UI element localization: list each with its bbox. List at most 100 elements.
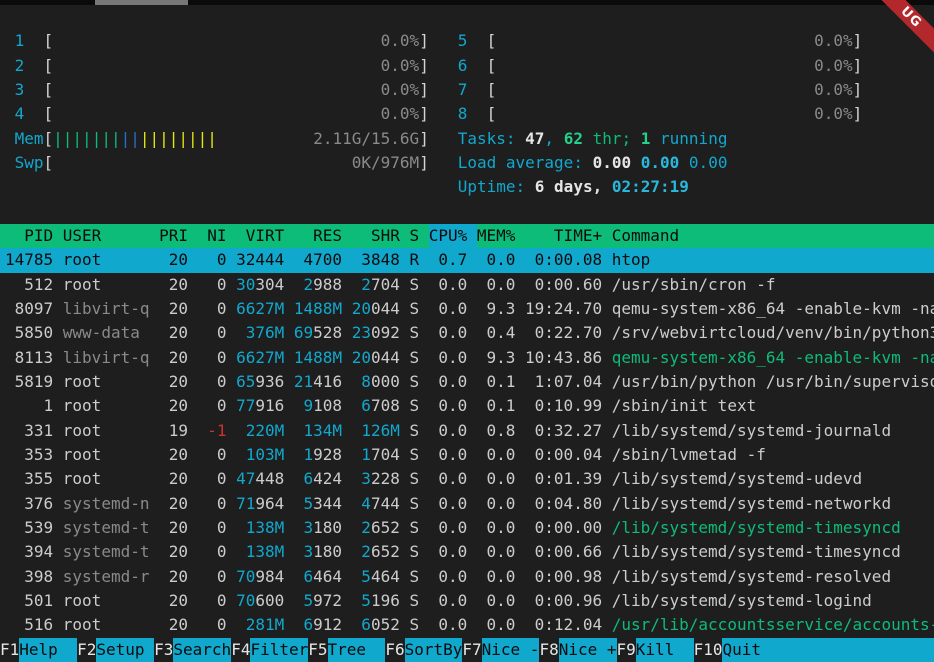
col-header-command[interactable]: Command bbox=[612, 224, 679, 248]
pid-cell: 353 bbox=[5, 443, 53, 467]
res-cell: 5344 bbox=[294, 492, 342, 516]
shr-cell: 20044 bbox=[352, 297, 400, 321]
col-header-cpu-sorted[interactable]: CPU% bbox=[429, 224, 477, 248]
shr-cell: 2652 bbox=[352, 540, 400, 564]
col-header-user[interactable]: USER bbox=[63, 224, 150, 248]
fn-kill[interactable]: F9Kill bbox=[617, 638, 694, 662]
num-hi: 70 bbox=[236, 591, 255, 610]
pid-cell: 355 bbox=[5, 467, 53, 491]
meter-close-bracket: ] bbox=[419, 102, 429, 126]
pri-cell: 20 bbox=[159, 443, 188, 467]
num-hi: 281M bbox=[246, 615, 285, 634]
col-header-pri[interactable]: PRI bbox=[159, 224, 188, 248]
process-row[interactable]: 1root2007791691086708S0.00.10:10.99/sbin… bbox=[0, 394, 934, 418]
process-row[interactable]: 8113libvirt-q2006627M1488M20044S0.09.310… bbox=[0, 346, 934, 370]
num-hi: 126M bbox=[361, 421, 400, 440]
mem-cell: 0.0 bbox=[477, 613, 516, 637]
res-cell: 6464 bbox=[294, 565, 342, 589]
mem-cell: 0.0 bbox=[477, 540, 516, 564]
uptime-label: Uptime: bbox=[458, 177, 535, 196]
fn-quit[interactable]: F10Quit bbox=[694, 638, 934, 662]
process-row[interactable]: 539systemd-t200138M31802652S0.00.00:00.0… bbox=[0, 516, 934, 540]
user-cell: systemd-n bbox=[63, 492, 150, 516]
process-row[interactable]: 516root200281M69126052S0.00.00:12.04/usr… bbox=[0, 613, 934, 637]
time-cell: 0:12.04 bbox=[525, 613, 602, 637]
meter-body: 0.0% bbox=[53, 78, 419, 102]
process-row[interactable]: 353root200103M19281704S0.00.00:00.04/sbi… bbox=[0, 443, 934, 467]
col-header-ni[interactable]: NI bbox=[198, 224, 227, 248]
blank-line bbox=[0, 5, 934, 29]
num-lo: 044 bbox=[371, 348, 400, 367]
command-cell: qemu-system-x86_64 -enable-kvm -na bbox=[612, 297, 934, 321]
state-cell: S bbox=[409, 589, 419, 613]
shr-cell: 2652 bbox=[352, 516, 400, 540]
num-hi: 6 bbox=[361, 615, 371, 634]
num-lo: 652 bbox=[371, 518, 400, 537]
num-hi: 3 bbox=[361, 250, 371, 269]
table-header-row: PID USER PRI NI VIRT RES SHR S CPU%MEM% TIME+ Comm… bbox=[0, 224, 934, 248]
command-cell: /lib/systemd/systemd-timesyncd bbox=[612, 540, 901, 564]
process-row[interactable]: 398systemd-r2007098464645464S0.00.00:00.… bbox=[0, 565, 934, 589]
num-hi: 32 bbox=[236, 250, 255, 269]
res-cell: 6424 bbox=[294, 467, 342, 491]
process-row[interactable]: 5819root20065936214168000S0.00.11:07.04/… bbox=[0, 370, 934, 394]
fn-label: Quit bbox=[722, 638, 934, 662]
process-row[interactable]: 331root19-1220M134M126MS0.00.80:32.27/li… bbox=[0, 419, 934, 443]
fn-nice-plus[interactable]: F8Nice + bbox=[539, 638, 616, 662]
fn-nice-minus[interactable]: F7Nice - bbox=[462, 638, 539, 662]
process-row[interactable]: 8097libvirt-q2006627M1488M20044S0.09.319… bbox=[0, 297, 934, 321]
meter-label: Swp bbox=[15, 151, 44, 175]
process-row[interactable]: 394systemd-t200138M31802652S0.00.00:00.6… bbox=[0, 540, 934, 564]
num-lo: 448 bbox=[255, 469, 284, 488]
col-header-virt[interactable]: VIRT bbox=[236, 224, 284, 248]
fn-search[interactable]: F3Search bbox=[154, 638, 231, 662]
num-lo: 744 bbox=[371, 494, 400, 513]
col-header-res[interactable]: RES bbox=[294, 224, 342, 248]
num-lo: 928 bbox=[313, 445, 342, 464]
col-header-state[interactable]: S bbox=[409, 224, 419, 248]
cpu-meter-2: 2[0.0%] bbox=[15, 54, 429, 78]
process-row[interactable]: 501root2007060059725196S0.00.00:00.96/li… bbox=[0, 589, 934, 613]
num-lo: 464 bbox=[371, 567, 400, 586]
cpu-meter-5: 5[0.0%] bbox=[458, 29, 863, 53]
num-hi: 9 bbox=[304, 396, 314, 415]
meter-open-bracket: [ bbox=[44, 127, 54, 151]
process-row[interactable]: 5850www-data200376M6952823092S0.00.40:22… bbox=[0, 321, 934, 345]
num-lo: 196 bbox=[371, 591, 400, 610]
shr-cell: 4744 bbox=[352, 492, 400, 516]
fn-key: F10 bbox=[694, 638, 723, 662]
user-cell: systemd-r bbox=[63, 565, 150, 589]
user-cell: systemd-t bbox=[63, 516, 150, 540]
num-hi: 8 bbox=[361, 372, 371, 391]
fn-label: SortBy bbox=[405, 638, 463, 662]
fn-setup[interactable]: F2Setup bbox=[77, 638, 154, 662]
num-hi: 77 bbox=[236, 396, 255, 415]
col-header-time[interactable]: TIME+ bbox=[525, 224, 602, 248]
col-header-shr[interactable]: SHR bbox=[352, 224, 400, 248]
fn-filter[interactable]: F4Filter bbox=[231, 638, 308, 662]
fn-tree[interactable]: F5Tree bbox=[308, 638, 385, 662]
fn-sortby[interactable]: F6SortBy bbox=[385, 638, 462, 662]
cpu-cell: 0.0 bbox=[429, 321, 468, 345]
res-cell: 69528 bbox=[294, 321, 342, 345]
cpu-meters-row-4: 4[0.0%]8[0.0%] bbox=[0, 102, 934, 126]
pid-cell: 5850 bbox=[5, 321, 53, 345]
col-header-pid[interactable]: PID bbox=[5, 224, 53, 248]
time-cell: 0:00.60 bbox=[525, 273, 602, 297]
ni-cell: 0 bbox=[198, 321, 227, 345]
num-hi: 6627M bbox=[236, 299, 284, 318]
meter-value: 0.0% bbox=[381, 102, 420, 126]
process-row[interactable]: 355root2004744864243228S0.00.00:01.39/li… bbox=[0, 467, 934, 491]
col-header-mem[interactable]: MEM% bbox=[477, 224, 516, 248]
meter-value: 0.0% bbox=[381, 29, 420, 53]
process-row[interactable]: 376systemd-n2007196453444744S0.00.00:04.… bbox=[0, 492, 934, 516]
res-cell: 9108 bbox=[294, 394, 342, 418]
num-lo: 988 bbox=[313, 275, 342, 294]
fn-help[interactable]: F1Help bbox=[0, 638, 77, 662]
process-row[interactable]: 512root2003030429882704S0.00.00:00.60/us… bbox=[0, 273, 934, 297]
process-row-selected[interactable]: 14785root2003244447003848R0.70.00:00.08h… bbox=[0, 248, 934, 272]
fn-label: Help bbox=[19, 638, 77, 662]
virt-cell: 103M bbox=[236, 443, 284, 467]
virt-cell: 138M bbox=[236, 540, 284, 564]
meter-close-bracket: ] bbox=[853, 78, 863, 102]
